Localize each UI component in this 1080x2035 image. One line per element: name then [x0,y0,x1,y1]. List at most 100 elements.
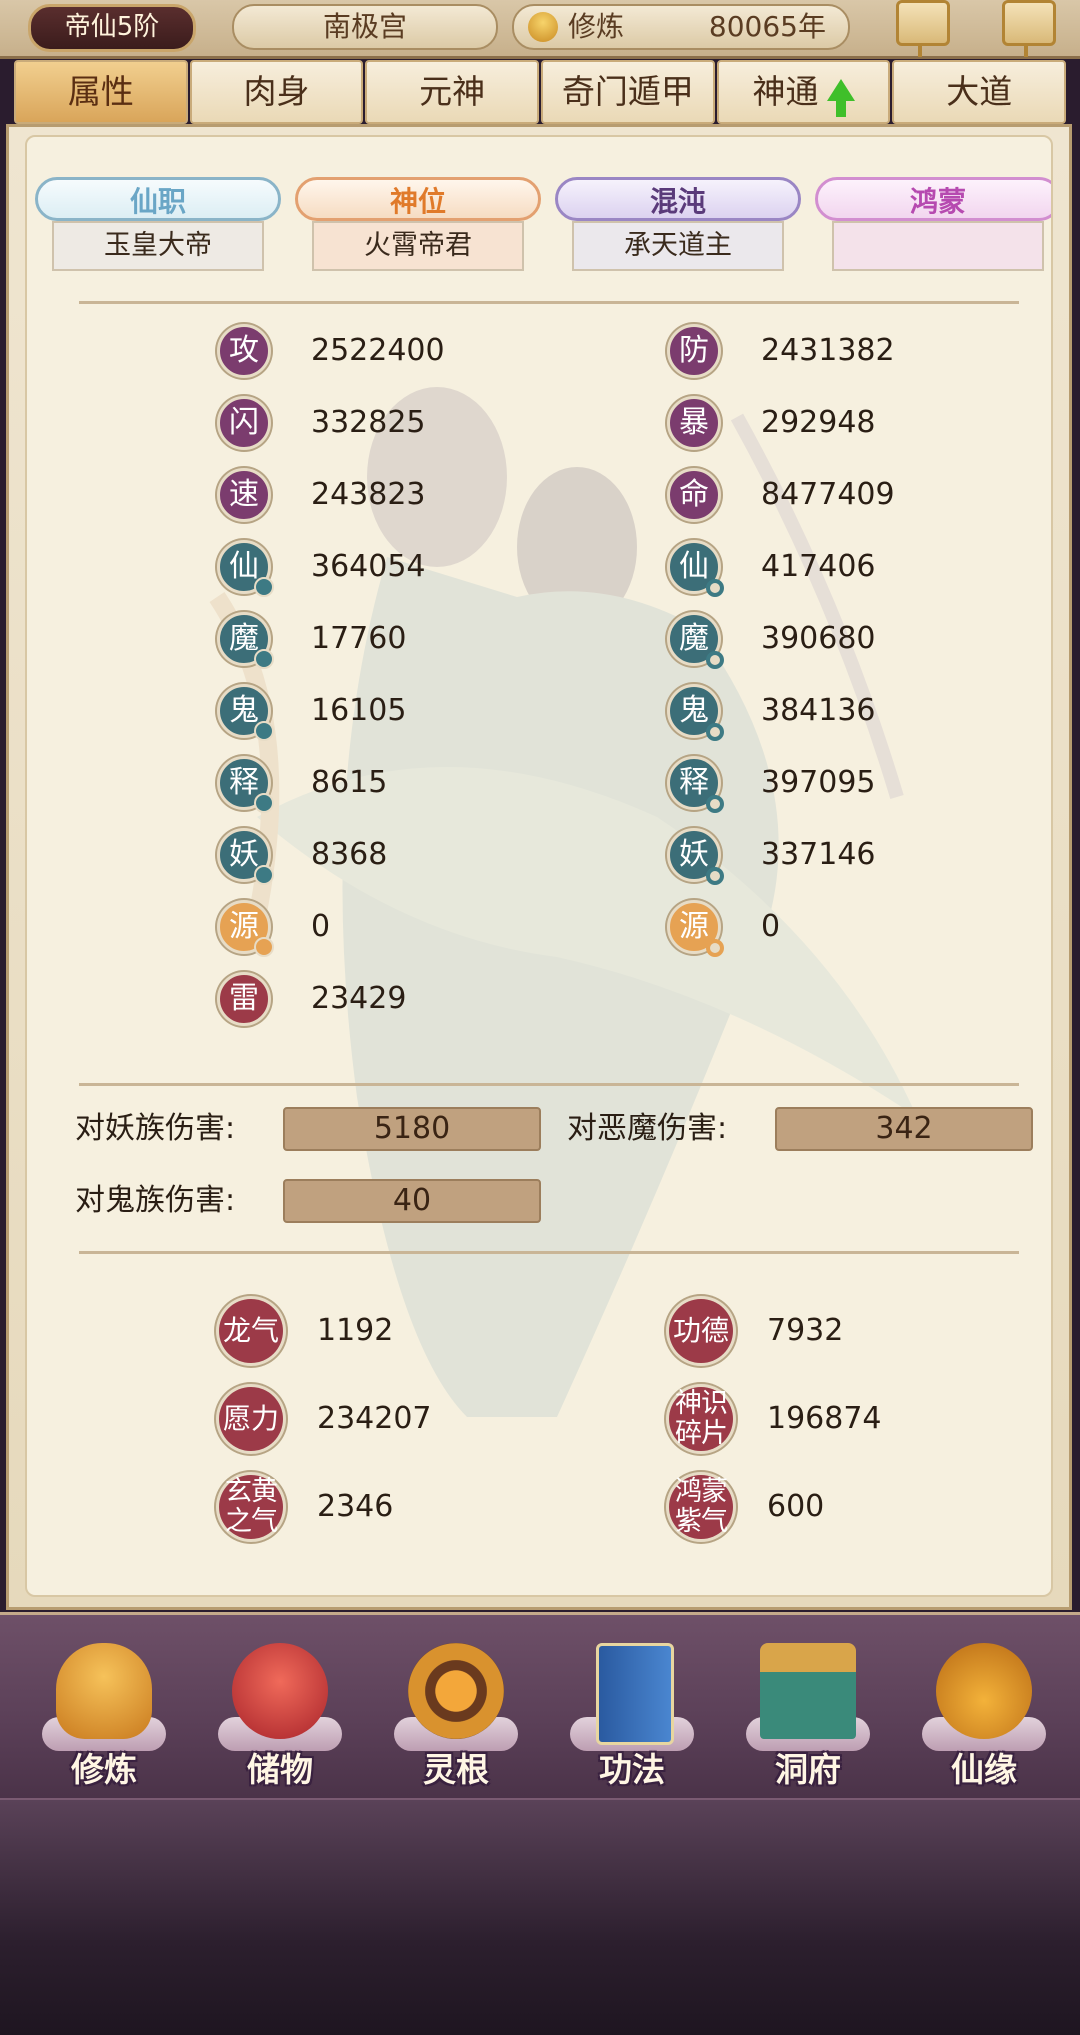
nav-technique[interactable]: 功法 [562,1625,702,1795]
nav-spirit-root-label: 灵根 [423,1750,489,1789]
thunder-icon: 雷 [217,972,271,1026]
defense-icon: 防 [667,324,721,378]
shi-attack-icon: 释 [217,756,274,813]
title-hongmeng-ribbon[interactable]: 鸿蒙 [815,177,1051,221]
bottom-nav: 修炼 储物 灵根 功法 洞府 仙缘 [0,1612,1080,1801]
yuan-defense-glyph: 源 [679,909,709,944]
xian-attack-icon: 仙 [217,540,274,597]
yao-attack-value: 8368 [311,837,388,872]
soul-fragment-icon: 神识碎片 [669,1387,733,1451]
nav-technique-label: 功法 [599,1750,665,1789]
yuan-attack-glyph: 源 [229,909,259,944]
bottom-background [0,1798,1080,2035]
mo-defense-glyph: 魔 [679,621,709,656]
title-xianzhi-ribbon[interactable]: 仙职 [35,177,281,221]
xian-attack-value: 364054 [311,549,426,584]
gui-defense-glyph: 鬼 [679,693,709,728]
shi-attack-value: 8615 [311,765,388,800]
yuan-defense-value: 0 [761,909,781,944]
cultivation-label: 修炼 [568,10,625,43]
tab-qimen[interactable]: 奇门遁甲 [541,60,715,124]
nav-spirit-root[interactable]: 灵根 [386,1625,526,1795]
attack-marker-icon [254,793,274,813]
defense-value: 2431382 [761,333,895,368]
attack-icon: 攻 [217,324,271,378]
tab-bar: 属性 肉身 元神 奇门遁甲 神通 大道 [14,60,1067,124]
book-icon [596,1643,674,1745]
shi-defense-value: 397095 [761,765,876,800]
lantern-icon[interactable] [1002,0,1056,57]
gui-defense-value: 384136 [761,693,876,728]
upgrade-arrow-icon [826,78,855,117]
nav-cave-label: 洞府 [775,1750,841,1789]
tab-attributes[interactable]: 属性 [14,60,188,124]
hongmeng-purple-qi-icon: 鸿蒙紫气 [669,1475,733,1539]
tab-dao[interactable]: 大道 [892,60,1067,124]
tab-shentong[interactable]: 神通 [716,60,891,124]
nav-storage-label: 储物 [247,1750,313,1789]
attack-marker-icon [254,649,274,669]
title-hongmeng-value [832,221,1044,271]
crit-value: 292948 [761,405,876,440]
monk-icon [56,1643,152,1739]
xuanhuang-qi-icon: 玄黄之气 [219,1475,283,1539]
tab-body[interactable]: 肉身 [189,60,364,124]
dodge-icon: 闪 [217,396,271,450]
tab-spirit[interactable]: 元神 [365,60,540,124]
attack-marker-icon [254,937,274,957]
shi-attack-glyph: 释 [229,765,259,800]
yao-defense-value: 337146 [761,837,876,872]
thunder-value: 23429 [311,981,407,1016]
defense-marker-icon [706,651,724,669]
nav-storage[interactable]: 储物 [210,1625,350,1795]
merit-icon: 功德 [669,1299,733,1363]
nav-cultivate-label: 修炼 [71,1750,137,1789]
speed-value: 243823 [311,477,426,512]
title-hundun-value: 承天道主 [572,221,784,271]
gui-defense-icon: 鬼 [667,684,724,741]
defense-marker-icon [706,795,724,813]
palace-name[interactable]: 南极宫 [232,4,498,50]
damage-yao-value: 5180 [283,1107,541,1151]
defense-marker-icon [706,939,724,957]
crit-icon: 暴 [667,396,721,450]
hp-icon: 命 [667,468,721,522]
yuan-attack-icon: 源 [217,900,274,957]
nav-fate[interactable]: 仙缘 [914,1625,1054,1795]
nav-cultivate[interactable]: 修炼 [34,1625,174,1795]
xian-defense-value: 417406 [761,549,876,584]
defense-marker-icon [706,867,724,885]
title-shenwei-value: 火霄帝君 [312,221,524,271]
shi-defense-glyph: 释 [679,765,709,800]
spirit-root-icon [408,1643,504,1739]
defense-marker-icon [706,723,724,741]
xian-attack-glyph: 仙 [229,549,259,584]
damage-yao-label: 对妖族伤害: [75,1111,236,1146]
divider [79,1083,1019,1086]
divider [79,1251,1019,1254]
attack-marker-icon [254,865,274,885]
attribute-panel-inner: 仙职 玉皇大帝 神位 火霄帝君 混沌 承天道主 鸿蒙 攻 2522400 闪 3… [25,135,1053,1597]
yao-attack-glyph: 妖 [229,837,259,872]
gui-attack-glyph: 鬼 [229,693,259,728]
xian-defense-icon: 仙 [667,540,724,597]
yao-defense-glyph: 妖 [679,837,709,872]
meditation-icon [528,12,558,42]
cultivation-value: 80065年 [708,10,826,43]
dragon-qi-icon: 龙气 [219,1299,283,1363]
hp-value: 8477409 [761,477,895,512]
wish-power-value: 234207 [317,1401,432,1436]
title-xianzhi-value: 玉皇大帝 [52,221,264,271]
damage-gui-value: 40 [283,1179,541,1223]
shi-defense-icon: 释 [667,756,724,813]
title-hundun-ribbon[interactable]: 混沌 [555,177,801,221]
title-shenwei-ribbon[interactable]: 神位 [295,177,541,221]
rank-badge[interactable]: 帝仙5阶 [28,4,196,52]
damage-gui-label: 对鬼族伤害: [75,1183,236,1218]
mo-attack-value: 17760 [311,621,407,656]
mo-defense-icon: 魔 [667,612,724,669]
lantern-icon[interactable] [896,0,950,57]
gui-attack-value: 16105 [311,693,407,728]
nav-cave[interactable]: 洞府 [738,1625,878,1795]
top-bar: 帝仙5阶 南极宫 修炼 80065年 [0,0,1080,59]
